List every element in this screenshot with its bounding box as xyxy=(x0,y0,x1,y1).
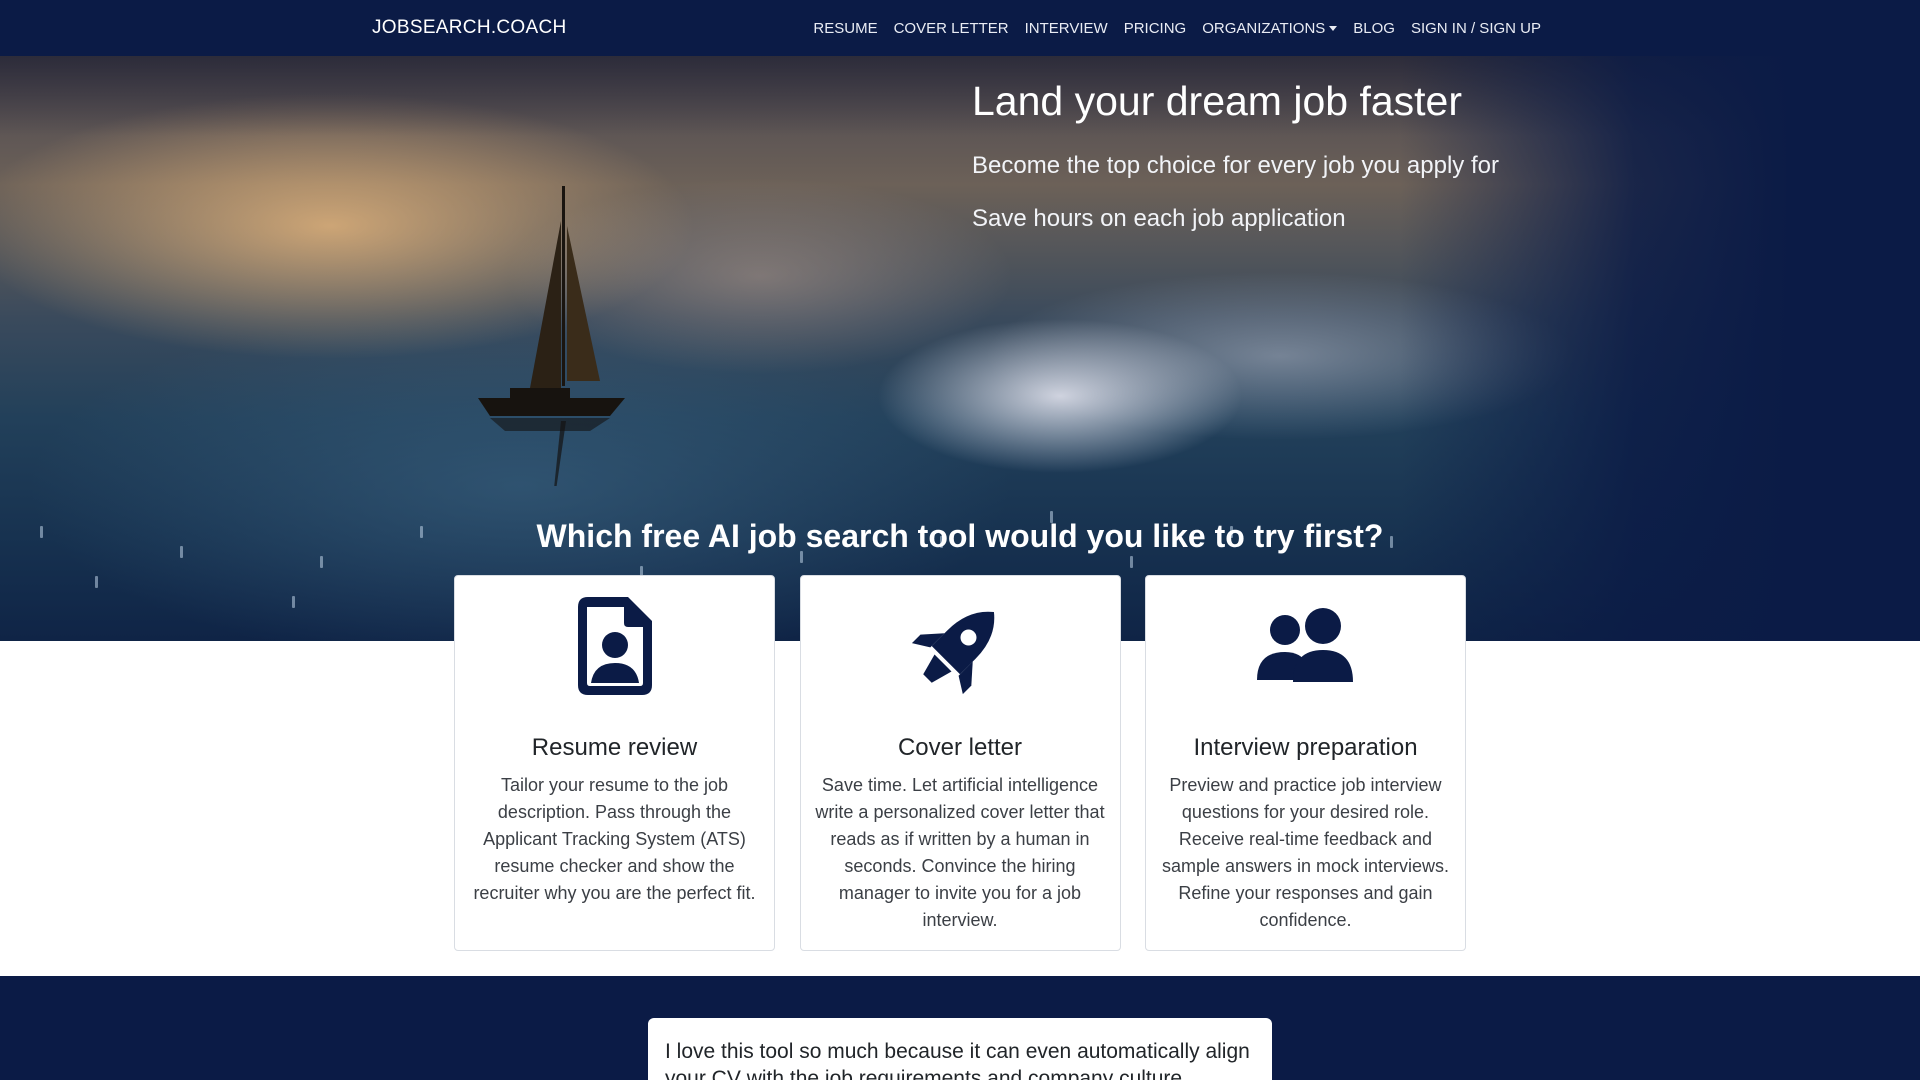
resume-review-card[interactable]: Resume review Tailor your resume to the … xyxy=(454,575,775,951)
card-title: Resume review xyxy=(531,734,698,761)
card-description: Tailor your resume to the job descriptio… xyxy=(473,775,756,903)
testimonials-section: I love this tool so much because it can … xyxy=(0,976,1920,1080)
card-description: Save time. Let artificial intelligence w… xyxy=(815,775,1105,930)
testimonial-card: I love this tool so much because it can … xyxy=(648,1018,1272,1080)
nav-organizations-dropdown[interactable]: ORGANIZATIONS xyxy=(1202,19,1338,37)
hero-subtitle-2: Save hours on each job application xyxy=(972,205,1346,232)
sailboat-image xyxy=(478,186,625,486)
hero-title: Land your dream job faster xyxy=(972,78,1462,124)
caret-down-icon xyxy=(1329,25,1338,31)
main-nav: RESUME COVER LETTER INTERVIEW PRICING OR… xyxy=(797,0,1541,56)
tool-cards: Resume review Tailor your resume to the … xyxy=(454,575,1466,951)
nav-resume[interactable]: RESUME xyxy=(813,20,877,37)
hero-subtitle-1: Become the top choice for every job you … xyxy=(972,152,1499,179)
testimonial-text: I love this tool so much because it can … xyxy=(665,1040,1250,1080)
nav-pricing[interactable]: PRICING xyxy=(1124,20,1187,37)
nav-blog[interactable]: BLOG xyxy=(1353,20,1395,37)
card-description: Preview and practice job interview quest… xyxy=(1161,775,1450,930)
nav-cover-letter[interactable]: COVER LETTER xyxy=(894,20,1009,37)
nav-sign-in[interactable]: SIGN IN / SIGN UP xyxy=(1411,20,1541,37)
cover-letter-card[interactable]: Cover letter Save time. Let artificial i… xyxy=(799,575,1121,951)
tool-question-heading: Which free AI job search tool would you … xyxy=(536,518,1384,554)
interview-preparation-card[interactable]: Interview preparation Preview and practi… xyxy=(1145,575,1466,951)
file-user-icon xyxy=(455,596,774,696)
top-navbar: JOBSEARCH.COACH RESUME COVER LETTER INTE… xyxy=(0,0,1920,56)
card-title: Cover letter xyxy=(897,734,1023,761)
rocket-icon xyxy=(801,596,1120,696)
nav-interview[interactable]: INTERVIEW xyxy=(1025,20,1108,37)
card-title: Interview preparation xyxy=(1193,734,1418,761)
users-icon xyxy=(1146,596,1465,696)
brand-logo-link[interactable]: JOBSEARCH.COACH xyxy=(372,0,567,56)
nav-organizations-label: ORGANIZATIONS xyxy=(1202,19,1326,37)
